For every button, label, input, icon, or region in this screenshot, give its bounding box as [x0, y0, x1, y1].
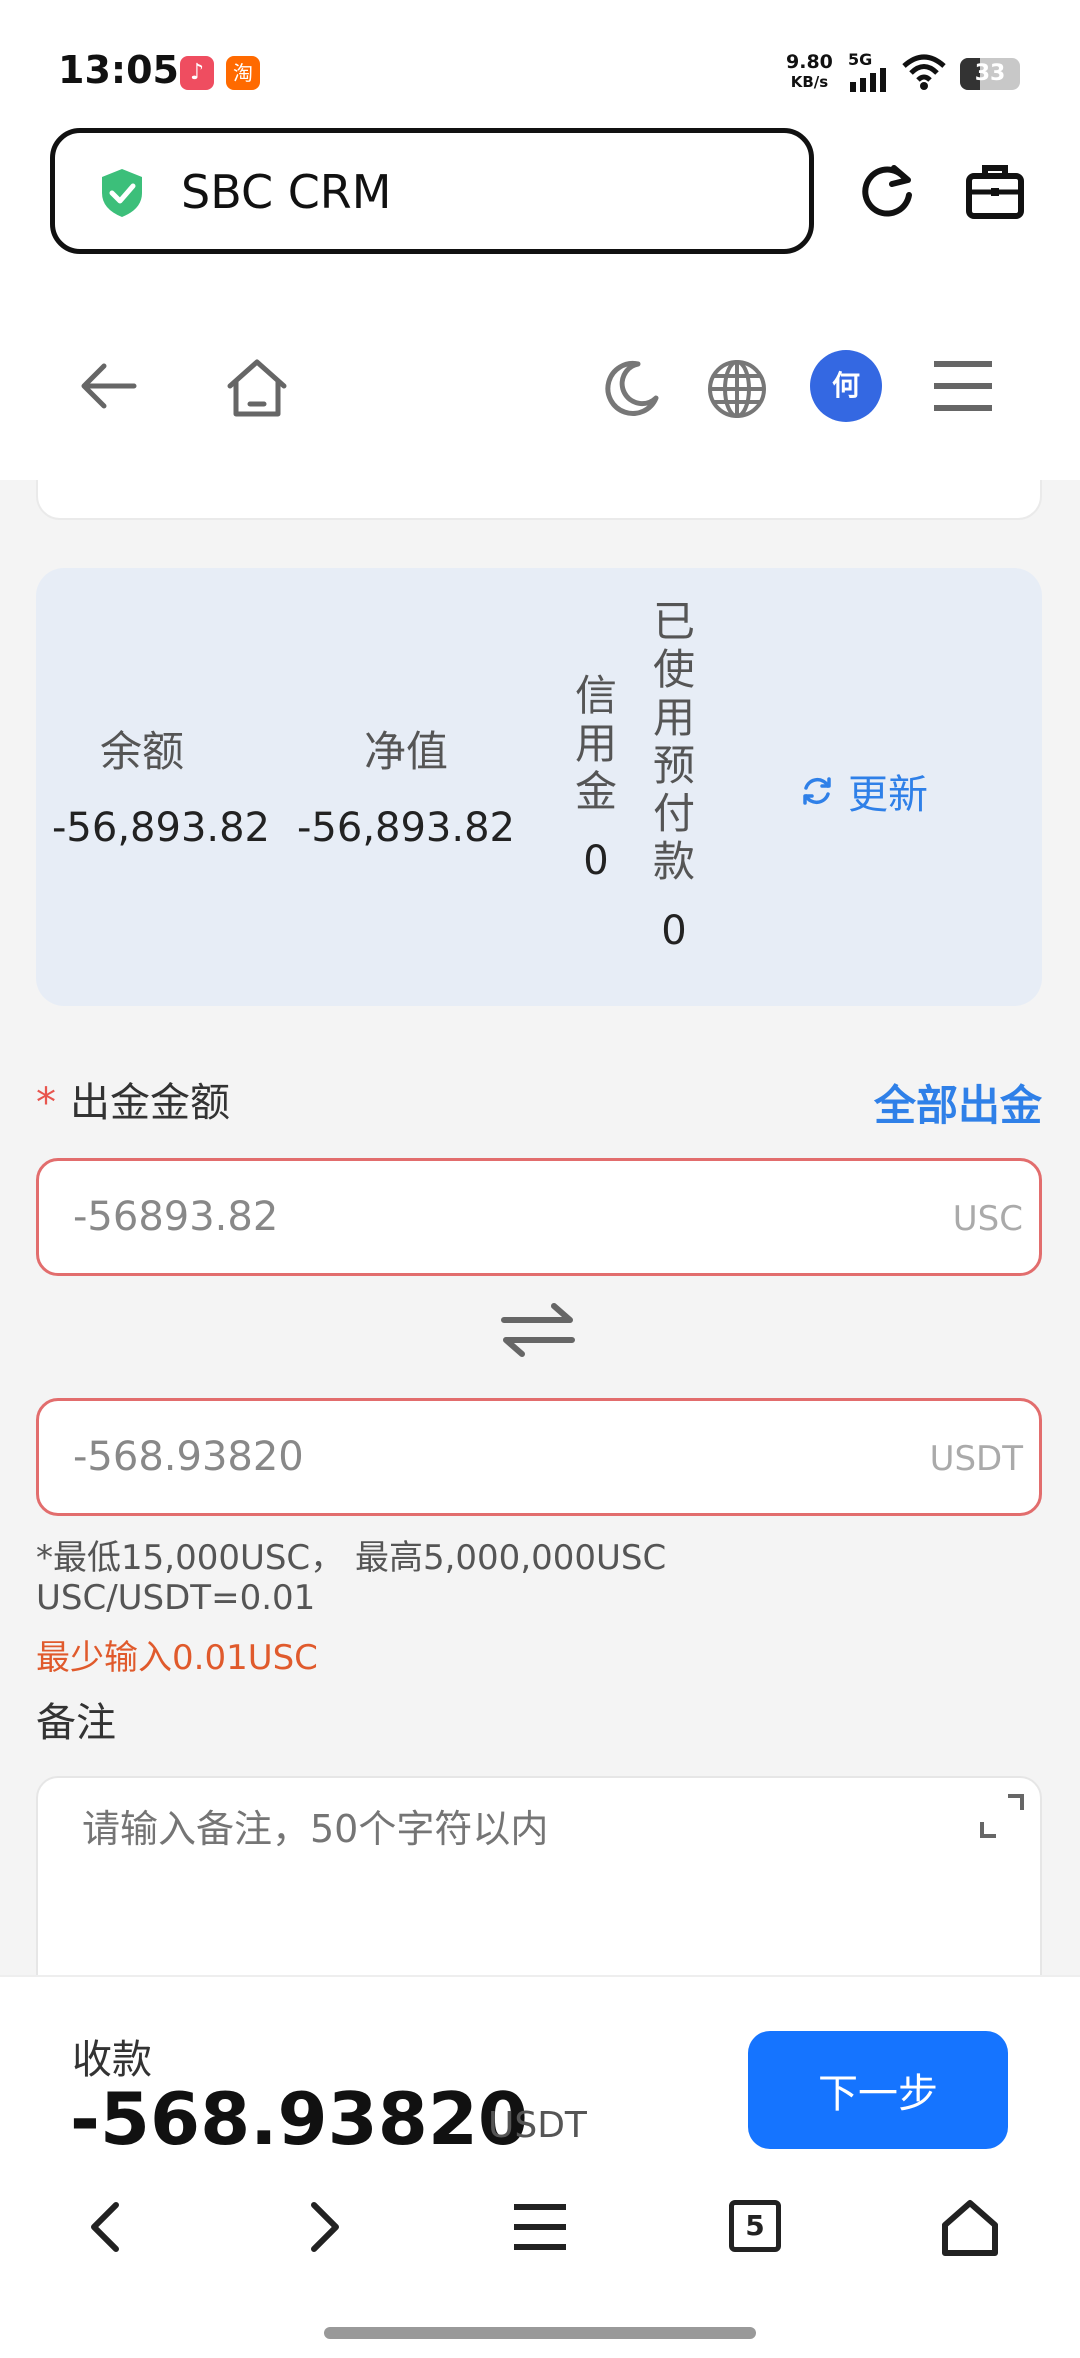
balance-value: -56,893.82 — [52, 805, 271, 851]
browser-url-bar: SBC CRM — [0, 120, 1080, 280]
user-avatar[interactable]: 何 — [810, 350, 882, 422]
back-arrow-icon[interactable] — [78, 358, 138, 414]
swap-arrows-icon[interactable] — [500, 1300, 576, 1360]
converted-unit: USDT — [929, 1439, 1023, 1479]
refresh-label: 更新 — [848, 772, 928, 818]
converted-input-box: USDT — [36, 1398, 1042, 1516]
page-title: SBC CRM — [181, 165, 392, 219]
credit-value: 0 — [583, 838, 609, 884]
note-label: 备注 — [36, 1700, 116, 1746]
browser-back-icon[interactable] — [86, 2199, 126, 2255]
signal-icon: 5G — [848, 52, 888, 96]
site-navigation: 何 — [0, 280, 1080, 480]
gesture-handle — [324, 2327, 756, 2339]
limits-hint: *最低15,000USC， 最高5,000,000USC — [36, 1538, 667, 1578]
prepaid-column: 已使用预付款 0 — [636, 597, 712, 955]
withdraw-amount-input[interactable] — [73, 1161, 873, 1273]
withdraw-all-link[interactable]: 全部出金 — [874, 1072, 1042, 1133]
balance-label: 余额 — [99, 727, 184, 776]
converted-amount-input[interactable] — [73, 1401, 873, 1513]
network-speed: 9.80 KB/s — [786, 52, 833, 92]
credit-label: 信用金 — [574, 671, 617, 816]
status-bar: 13:05 ♪ 淘 9.80 KB/s 5G 33 — [0, 0, 1080, 120]
music-app-icon: ♪ — [180, 56, 214, 90]
browser-home-icon[interactable] — [940, 2199, 1000, 2257]
battery-text: 33 — [974, 61, 1006, 86]
status-time: 13:05 — [58, 48, 179, 92]
equity-label: 净值 — [363, 727, 448, 776]
required-asterisk: * — [36, 1080, 56, 1126]
prepaid-label: 已使用预付款 — [652, 597, 695, 886]
receive-unit: USDT — [488, 2105, 587, 2146]
receive-amount: -568.93820 — [70, 2077, 529, 2161]
toolbox-icon[interactable] — [964, 160, 1026, 222]
amount-input-box: USC — [36, 1158, 1042, 1276]
prepaid-value: 0 — [661, 908, 687, 954]
network-speed-value: 9.80 — [786, 51, 833, 73]
dark-mode-moon-icon[interactable] — [600, 358, 660, 418]
language-globe-icon[interactable] — [706, 358, 768, 420]
menu-hamburger-icon[interactable] — [932, 358, 994, 414]
equity-value: -56,893.82 — [296, 805, 515, 851]
balance-column: 余额 -56,893.82 — [52, 718, 271, 851]
previous-card — [36, 480, 1042, 520]
withdraw-form-area: 余额 -56,893.82 净值 -56,893.82 信用金 0 已使用预付款… — [0, 480, 1080, 1975]
browser-forward-icon[interactable] — [304, 2199, 344, 2255]
balance-card: 余额 -56,893.82 净值 -56,893.82 信用金 0 已使用预付款… — [36, 568, 1042, 1006]
credit-column: 信用金 0 — [558, 671, 634, 885]
home-icon[interactable] — [226, 358, 288, 418]
tabs-count-icon[interactable]: 5 — [729, 2200, 781, 2252]
receive-summary-bar: 收款 -568.93820 USDT 下一步 — [0, 1975, 1080, 2161]
refresh-icon — [803, 777, 831, 805]
network-speed-unit: KB/s — [790, 73, 829, 91]
note-box — [36, 1776, 1042, 1975]
reload-icon[interactable] — [856, 160, 918, 222]
rate-hint: USC/USDT=0.01 — [36, 1578, 316, 1618]
amount-unit: USC — [952, 1199, 1023, 1239]
withdraw-amount-label: * 出金金额 — [36, 1070, 230, 1128]
note-textarea[interactable] — [82, 1798, 962, 1918]
battery-icon: 33 — [960, 58, 1020, 90]
taobao-app-icon: 淘 — [226, 56, 260, 90]
browser-bottom-bar: 5 — [0, 2155, 1080, 2358]
wifi-icon — [902, 54, 946, 90]
refresh-button[interactable]: 更新 — [800, 762, 928, 820]
equity-column: 净值 -56,893.82 — [286, 718, 526, 851]
error-message: 最少输入0.01USC — [36, 1638, 318, 1678]
browser-menu-icon[interactable] — [512, 2199, 568, 2255]
expand-icon[interactable] — [978, 1792, 1026, 1840]
network-type: 5G — [848, 50, 873, 69]
withdraw-amount-label-text: 出金金额 — [70, 1080, 230, 1126]
next-step-button[interactable]: 下一步 — [748, 2031, 1008, 2149]
address-field[interactable]: SBC CRM — [50, 128, 814, 254]
secure-shield-icon — [102, 169, 142, 217]
